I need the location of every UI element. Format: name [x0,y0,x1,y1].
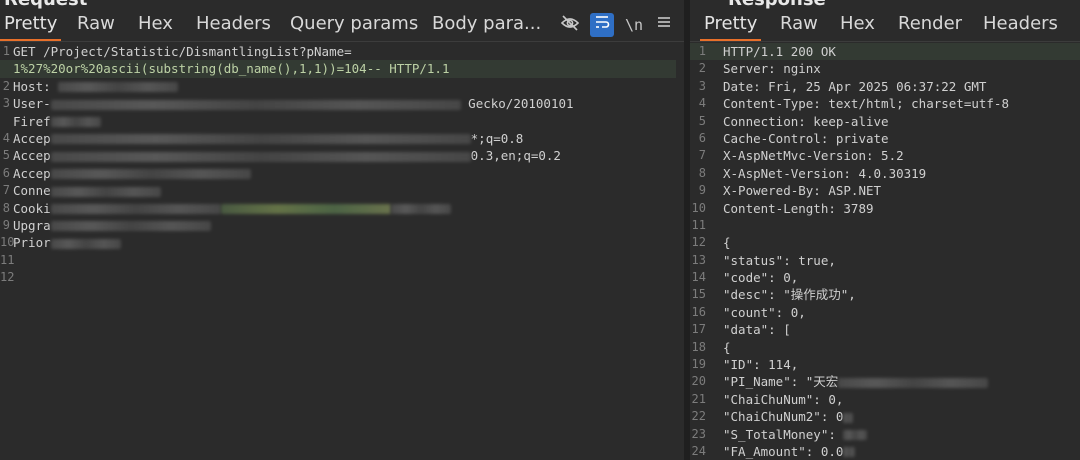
code-line: 22 "ChaiChuNum2": 0 [690,408,1080,425]
redacted-text [843,430,868,441]
request-pane: Request Pretty Raw Hex Headers Query par… [0,0,684,460]
request-tab-headers[interactable]: Headers [196,13,271,34]
code-line: 9 X-Powered-By: ASP.NET [698,183,882,199]
code-line: 6 Accep [0,165,684,182]
code-line: 12{ [691,235,731,251]
code-line: 9 Upgra [0,217,684,234]
code-line: 4 Content-Type: text/html; charset=utf-8 [698,96,1009,112]
redacted-text [220,204,391,215]
code-line: 6 Cache-Control: private [698,130,889,146]
redacted-text [50,221,211,232]
code-line: 5 Connection: keep-alive [698,113,889,129]
code-line: 11 [0,252,15,267]
code-line: 2 Server: nginx [698,61,821,77]
request-tab-query-params[interactable]: Query params [290,13,418,34]
redacted-text [50,204,221,215]
redacted-text [390,204,451,215]
redacted-text [843,412,854,423]
response-editor[interactable]: 1 HTTP/1.1 200 OK 2 Server: nginx 3 Date: F… [690,43,1080,460]
wrap-icon[interactable] [590,13,614,37]
code-line: 21 "ChaiChuNum": 0, [691,391,844,407]
code-line: 1 GET /Project/Statistic/DismantlingList… [2,44,352,59]
redacted-text [50,99,461,110]
sql-injection-payload: 1%27%20or%20ascii(substring(db_name(),1,… [13,61,450,77]
redacted-text [58,82,179,93]
code-line: 8 Cooki [0,200,684,217]
request-tab-body-params[interactable]: Body para... [432,13,541,34]
code-line: 10 Content-Length: 3789 [691,200,874,216]
code-line: 24 "FA_Amount": 0.0 [690,443,1080,460]
code-line: Firef [0,113,684,130]
response-tabbar: Pretty Raw Hex Render Headers [690,10,1080,42]
redacted-text [50,186,161,197]
code-line: 8 X-AspNet-Version: 4.0.30319 [698,165,927,181]
request-tab-raw[interactable]: Raw [77,13,115,34]
code-line: 3 Date: Fri, 25 Apr 2025 06:37:22 GMT [698,78,987,94]
code-line: 18{ [691,339,731,355]
request-tab-hex[interactable]: Hex [138,13,173,34]
redacted-text [838,377,989,388]
response-title: Response [728,0,826,10]
code-line: 13 "status": true, [691,252,836,268]
code-line: 7 X-AspNetMvc-Version: 5.2 [698,148,904,164]
response-tab-raw[interactable]: Raw [780,13,818,34]
newline-toggle[interactable]: \n [622,13,646,37]
redacted-text [50,169,251,180]
code-line: 4 Accep *;q=0.8 [2,130,524,146]
code-line: 1 HTTP/1.1 200 OK [690,43,1080,61]
redacted-text [50,117,101,128]
menu-icon[interactable] [652,13,676,37]
request-editor[interactable]: 1 GET /Project/Statistic/DismantlingList… [0,43,684,460]
code-line: 20 "PI_Name": "天宏 [690,373,1080,390]
response-pane: Response Pretty Raw Hex Render Headers 1… [690,0,1080,460]
code-line: 2 Host: [0,78,684,95]
code-line: 15 "desc": "操作成功", [691,287,856,303]
request-title: Request [4,0,87,10]
response-tab-hex[interactable]: Hex [840,13,875,34]
code-line: 17 "data": [ [691,322,791,338]
code-line: 7 Conne [0,182,684,199]
code-line: 10 Prior [0,234,684,251]
request-tab-pretty[interactable]: Pretty [0,13,62,41]
response-tab-render[interactable]: Render [898,13,962,34]
hide-icon[interactable] [558,13,582,37]
code-line: 16 "count": 0, [691,304,806,320]
code-line: 12 [0,270,15,285]
code-line: 11 [691,217,706,232]
redacted-text [50,151,471,162]
code-line: 19 "ID": 114, [691,357,799,373]
response-tab-pretty[interactable]: Pretty [699,13,762,41]
code-line: 23 "S_TotalMoney": [690,426,1080,443]
redacted-text [843,447,856,458]
redacted-text [50,238,121,249]
code-line: 1%27%20or%20ascii(substring(db_name(),1,… [0,60,676,78]
response-tab-headers[interactable]: Headers [983,13,1058,34]
code-line: 14 "code": 0, [691,270,799,286]
code-line: 5 Accep 0.3,en;q=0.2 [2,148,561,164]
redacted-text [50,134,471,145]
code-line: 3 User- Gecko/20100101 [2,96,574,112]
